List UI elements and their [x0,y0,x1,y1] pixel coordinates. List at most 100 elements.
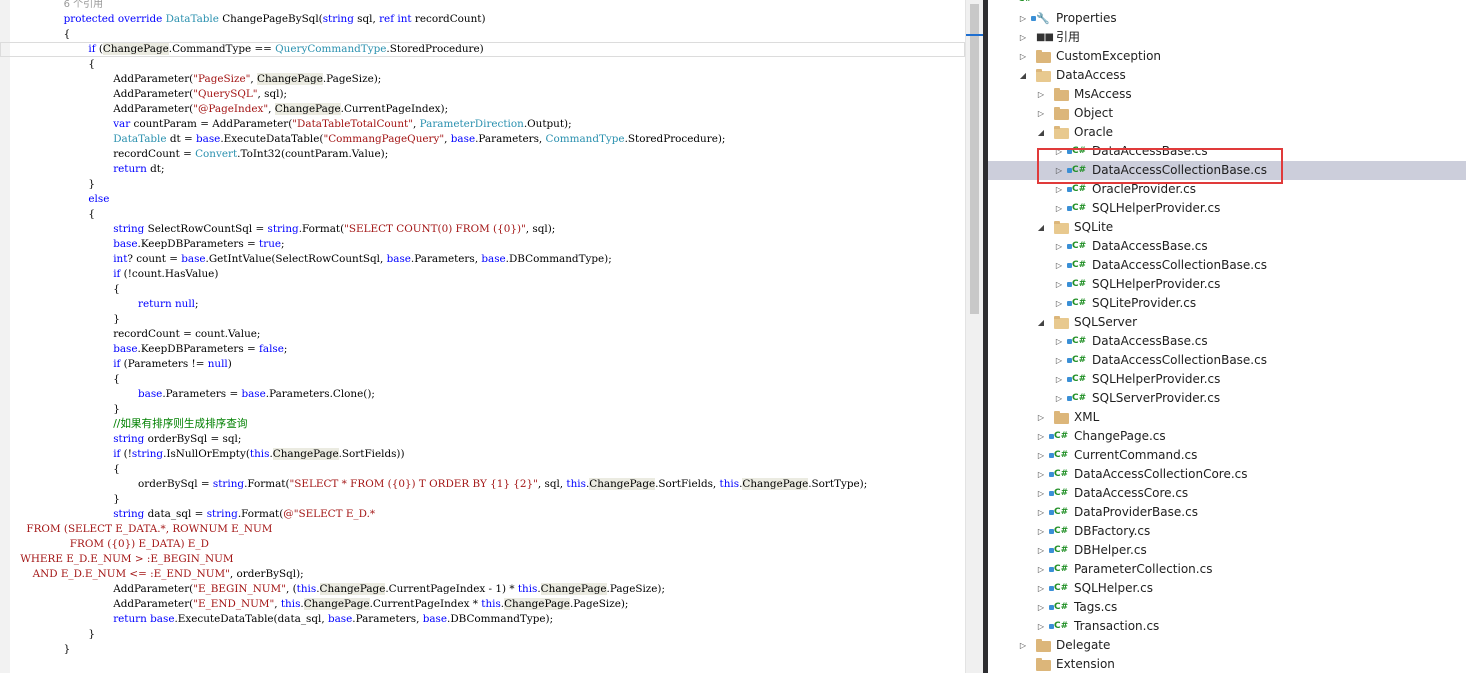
collapsed-arrow-icon[interactable]: ▷ [1018,28,1028,47]
tree-item[interactable]: ▷ C# DataAccessCollectionCore.cs [988,465,1466,484]
tree-item[interactable]: ▷ C# SQLHelper.cs [988,579,1466,598]
code-line[interactable]: FROM (SELECT E_DATA.*, ROWNUM E_NUM [0,522,965,537]
code-line[interactable]: string data_sql = string.Format(@"SELECT… [0,507,965,522]
collapsed-arrow-icon[interactable]: ▷ [1054,256,1064,275]
code-line[interactable]: protected override DataTable ChangePageB… [0,12,965,27]
expanded-arrow-icon[interactable]: ◢ [1036,218,1046,237]
code-line[interactable]: { [0,462,965,477]
tree-item[interactable]: ▷ 🔧 Properties [988,9,1466,28]
collapsed-arrow-icon[interactable]: ▷ [1036,484,1046,503]
collapsed-arrow-icon[interactable]: ▷ [1054,199,1064,218]
tree-item[interactable]: ▷ C# SQLiteProvider.cs [988,294,1466,313]
collapsed-arrow-icon[interactable]: ▷ [1054,351,1064,370]
code-line[interactable]: base.KeepDBParameters = false; [0,342,965,357]
code-line[interactable]: string orderBySql = sql; [0,432,965,447]
code-line[interactable]: //如果有排序则生成排序查询 [0,417,965,432]
expanded-arrow-icon[interactable]: ◢ [1036,123,1046,142]
tree-item[interactable]: ▷ Object [988,104,1466,123]
tree-item[interactable]: ▷ CustomException [988,47,1466,66]
tree-item[interactable]: ▷ C# SQLHelperProvider.cs [988,275,1466,294]
expanded-arrow-icon[interactable]: ◢ [1036,313,1046,332]
code-line[interactable]: WHERE E_D.E_NUM > :E_BEGIN_NUM [0,552,965,567]
tree-item[interactable]: ▷ C# DataAccessCollectionBase.cs [988,351,1466,370]
collapsed-arrow-icon[interactable]: ▷ [1036,427,1046,446]
code-line[interactable]: orderBySql = string.Format("SELECT * FRO… [0,477,965,492]
tree-item[interactable]: ▷ MsAccess [988,85,1466,104]
tree-item[interactable]: ▷ C# DataAccessBase.cs [988,237,1466,256]
collapsed-arrow-icon[interactable]: ▷ [1036,503,1046,522]
code-line[interactable]: var countParam = AddParameter("DataTable… [0,117,965,132]
tree-item[interactable]: ▷ C# DataAccessCollectionBase.cs [988,256,1466,275]
code-line[interactable]: base.KeepDBParameters = true; [0,237,965,252]
tree-item[interactable]: ◢ SQLite [988,218,1466,237]
code-line[interactable]: return null; [0,297,965,312]
code-line[interactable]: int? count = base.GetIntValue(SelectRowC… [0,252,965,267]
tree-item[interactable]: ▷ C# Transaction.cs [988,617,1466,636]
tree-item[interactable]: ◢ Oracle [988,123,1466,142]
code-line[interactable]: AddParameter("E_END_NUM", this.ChangePag… [0,597,965,612]
collapsed-arrow-icon[interactable]: ▷ [1036,522,1046,541]
code-line[interactable]: else [0,192,965,207]
collapsed-arrow-icon[interactable]: ▷ [1054,237,1064,256]
tree-item[interactable]: ▷ C# DataAccessBase.cs [988,142,1466,161]
code-line[interactable]: { [0,207,965,222]
tree-item[interactable]: ▷ C# Tags.cs [988,598,1466,617]
collapsed-arrow-icon[interactable]: ▷ [1036,598,1046,617]
collapsed-arrow-icon[interactable]: ▷ [1036,408,1046,427]
code-line[interactable]: } [0,627,965,642]
code-line[interactable]: FROM ({0}) E_DATA) E_D [0,537,965,552]
code-line[interactable]: if (!string.IsNullOrEmpty(this.ChangePag… [0,447,965,462]
tree-item[interactable]: ▷ C# DataProviderBase.cs [988,503,1466,522]
tree-item[interactable]: ▷ C# DataAccessBase.cs [988,332,1466,351]
code-line[interactable]: { [0,27,965,42]
collapsed-arrow-icon[interactable]: ▷ [1036,446,1046,465]
scrollbar-thumb[interactable] [970,4,979,314]
collapsed-arrow-icon[interactable]: ▷ [1018,9,1028,28]
collapsed-arrow-icon[interactable]: ▷ [1018,636,1028,655]
tree-item[interactable]: ▷ C# SQLServerProvider.cs [988,389,1466,408]
tree-item[interactable]: ▷ C# DataAccessCore.cs [988,484,1466,503]
collapsed-arrow-icon[interactable]: ▷ [1018,47,1028,66]
tree-item[interactable]: ▷ C# ChangePage.cs [988,427,1466,446]
collapsed-arrow-icon[interactable]: ▷ [1054,332,1064,351]
collapsed-arrow-icon[interactable]: ▷ [1036,579,1046,598]
code-line[interactable]: 6 个引用 [0,0,965,12]
tree-item[interactable]: ▷ C# ParameterCollection.cs [988,560,1466,579]
collapsed-arrow-icon[interactable]: ▷ [1036,85,1046,104]
tree-item[interactable]: ▷ C# CurrentCommand.cs [988,446,1466,465]
code-line[interactable]: string SelectRowCountSql = string.Format… [0,222,965,237]
collapsed-arrow-icon[interactable]: ▷ [1036,617,1046,636]
collapsed-arrow-icon[interactable]: ▷ [1054,294,1064,313]
collapsed-arrow-icon[interactable]: ▷ [1036,541,1046,560]
tree-item[interactable]: ▷ C# DBFactory.cs [988,522,1466,541]
tree-item[interactable]: ▷ C# OracleProvider.cs [988,180,1466,199]
code-line[interactable]: } [0,642,965,657]
code-line[interactable]: if (!count.HasValue) [0,267,965,282]
code-line[interactable]: AddParameter("QuerySQL", sql); [0,87,965,102]
code-lines[interactable]: 6 个引用 protected override DataTable Change… [0,0,965,657]
tree-item[interactable]: ▷ C# SQLHelperProvider.cs [988,370,1466,389]
tree-item[interactable]: ▷ ■■ 引用 [988,28,1466,47]
code-line[interactable]: } [0,312,965,327]
collapsed-arrow-icon[interactable]: ▷ [1036,465,1046,484]
expanded-arrow-icon[interactable]: ◢ [1018,66,1028,85]
collapsed-arrow-icon[interactable]: ▷ [1054,389,1064,408]
collapsed-arrow-icon[interactable]: ▷ [1036,104,1046,123]
code-line[interactable]: if (Parameters != null) [0,357,965,372]
editor-vertical-scrollbar[interactable] [965,0,984,673]
tree-item[interactable]: C# [988,0,1466,9]
code-line[interactable]: } [0,492,965,507]
tree-item[interactable]: ◢ DataAccess [988,66,1466,85]
code-line[interactable]: AddParameter("E_BEGIN_NUM", (this.Change… [0,582,965,597]
collapsed-arrow-icon[interactable]: ▷ [1054,180,1064,199]
tree-item[interactable]: Extension [988,655,1466,673]
collapsed-arrow-icon[interactable]: ▷ [1054,275,1064,294]
tree-item[interactable]: ▷ C# SQLHelperProvider.cs [988,199,1466,218]
code-line[interactable]: DataTable dt = base.ExecuteDataTable("Co… [0,132,965,147]
code-line[interactable]: { [0,57,965,72]
collapsed-arrow-icon[interactable]: ▷ [1036,560,1046,579]
code-line[interactable]: AddParameter("PageSize", ChangePage.Page… [0,72,965,87]
tree-item[interactable]: ▷ Delegate [988,636,1466,655]
collapsed-arrow-icon[interactable]: ▷ [1054,142,1064,161]
code-line[interactable]: { [0,282,965,297]
